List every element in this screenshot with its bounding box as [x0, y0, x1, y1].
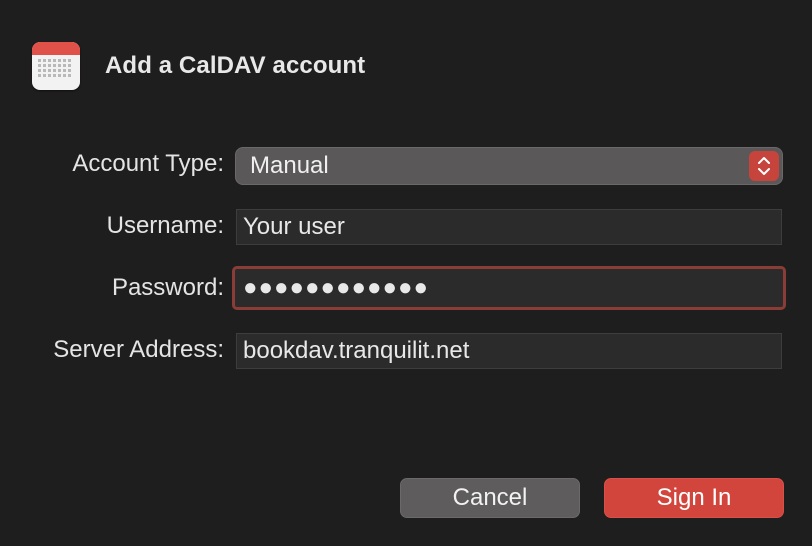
- server-address-field[interactable]: bookdav.tranquilit.net: [236, 333, 782, 369]
- cancel-button[interactable]: Cancel: [400, 478, 580, 518]
- sign-in-button[interactable]: Sign In: [604, 478, 784, 518]
- account-type-select[interactable]: Manual: [235, 147, 783, 185]
- caldav-dialog: Add a CalDAV account Account Type: Manua…: [0, 0, 812, 546]
- calendar-icon: [32, 42, 80, 90]
- password-value: ●●●●●●●●●●●●: [243, 274, 429, 301]
- username-value: Your user: [243, 213, 345, 240]
- server-address-value: bookdav.tranquilit.net: [243, 337, 470, 364]
- username-label: Username:: [106, 212, 224, 239]
- chevron-up-down-icon[interactable]: [749, 151, 779, 181]
- password-label: Password:: [111, 274, 224, 301]
- dialog-title: Add a CalDAV account: [105, 52, 366, 79]
- account-type-label: Account Type:: [72, 150, 224, 177]
- server-address-label: Server Address:: [53, 336, 224, 363]
- password-field[interactable]: ●●●●●●●●●●●●: [232, 266, 786, 310]
- username-field[interactable]: Your user: [236, 209, 782, 245]
- account-type-value: Manual: [250, 152, 329, 179]
